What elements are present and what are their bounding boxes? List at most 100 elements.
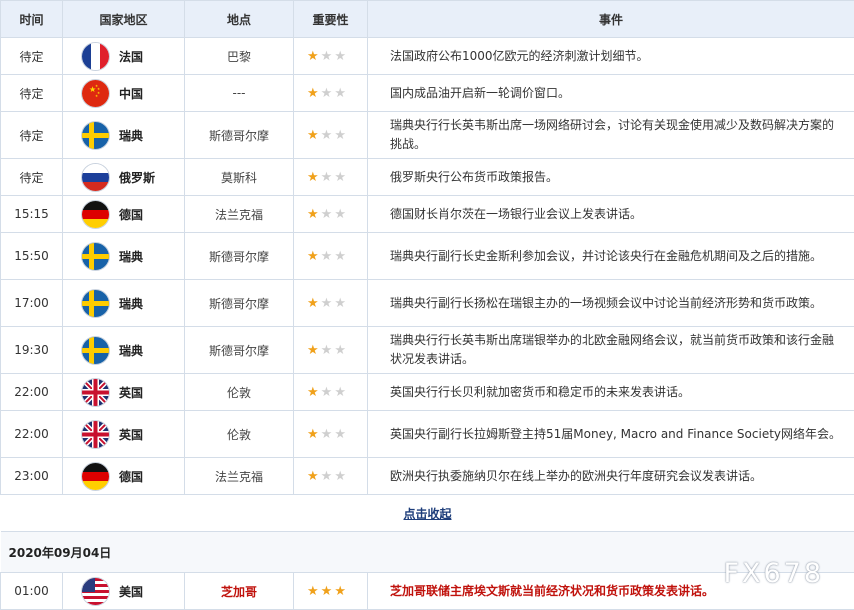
country-cell: ★★★★★ 中国 xyxy=(63,75,185,112)
country-name: 英国 xyxy=(119,426,143,443)
time-cell: 待定 xyxy=(1,159,63,196)
star-filled-icon: ★ xyxy=(307,86,321,101)
header-place: 地点 xyxy=(185,1,294,38)
time-cell: 01:00 xyxy=(1,573,63,610)
country-cell: 瑞典 xyxy=(63,327,185,374)
importance-cell: ★★★ xyxy=(294,75,368,112)
collapse-link[interactable]: 点击收起 xyxy=(403,507,451,521)
time-cell: 22:00 xyxy=(1,374,63,411)
event-cell: 英国央行副行长拉姆斯登主持51届Money, Macro and Finance… xyxy=(368,411,854,458)
star-empty-icon: ★ xyxy=(334,207,348,222)
star-empty-icon: ★ xyxy=(321,170,335,185)
star-filled-icon: ★ xyxy=(307,207,321,222)
place-cell: --- xyxy=(185,75,294,112)
country-cell: 德国 xyxy=(63,458,185,495)
importance-cell: ★★★ xyxy=(294,280,368,327)
france-flag-icon xyxy=(82,43,109,70)
star-empty-icon: ★ xyxy=(334,296,348,311)
country-cell: 德国 xyxy=(63,196,185,233)
country-wrapper: 瑞典 xyxy=(63,243,184,270)
uk-flag-icon xyxy=(82,379,109,406)
header-country: 国家地区 xyxy=(63,1,185,38)
time-cell: 待定 xyxy=(1,75,63,112)
event-cell: 法国政府公布1000亿欧元的经济刺激计划细节。 xyxy=(368,38,854,75)
event-cell: 国内成品油开启新一轮调价窗口。 xyxy=(368,75,854,112)
star-empty-icon: ★ xyxy=(334,385,348,400)
place-cell: 巴黎 xyxy=(185,38,294,75)
country-cell: 瑞典 xyxy=(63,112,185,159)
country-name: 美国 xyxy=(119,583,143,600)
importance-cell: ★★★ xyxy=(294,458,368,495)
event-cell: 英国央行行长贝利就加密货币和稳定币的未来发表讲话。 xyxy=(368,374,854,411)
place-cell: 斯德哥尔摩 xyxy=(185,327,294,374)
place-cell: 莫斯科 xyxy=(185,159,294,196)
germany-flag-icon xyxy=(82,463,109,490)
country-name: 中国 xyxy=(119,85,143,102)
star-filled-icon: ★ xyxy=(334,584,348,599)
table-row: 15:50瑞典斯德哥尔摩★★★瑞典央行副行长史金斯利参加会议，并讨论该央行在金融… xyxy=(1,233,854,280)
event-cell: 瑞典央行副行长史金斯利参加会议，并讨论该央行在金融危机期间及之后的措施。 xyxy=(368,233,854,280)
country-wrapper: 德国 xyxy=(63,201,184,228)
sweden-flag-icon xyxy=(82,243,109,270)
star-empty-icon: ★ xyxy=(321,49,335,64)
star-empty-icon: ★ xyxy=(321,86,335,101)
star-empty-icon: ★ xyxy=(321,249,335,264)
table-row: 待定瑞典斯德哥尔摩★★★瑞典央行行长英韦斯出席一场网络研讨会，讨论有关现金使用减… xyxy=(1,112,854,159)
star-empty-icon: ★ xyxy=(321,343,335,358)
importance-cell: ★★★ xyxy=(294,38,368,75)
importance-cell: ★★★ xyxy=(294,411,368,458)
header-event: 事件 xyxy=(368,1,854,38)
importance-cell: ★★★ xyxy=(294,112,368,159)
star-filled-icon: ★ xyxy=(307,170,321,185)
sweden-flag-icon xyxy=(82,290,109,317)
importance-cell: ★★★ xyxy=(294,233,368,280)
country-cell: 法国 xyxy=(63,38,185,75)
event-cell: 瑞典央行行长英韦斯出席一场网络研讨会，讨论有关现金使用减少及数码解决方案的挑战。 xyxy=(368,112,854,159)
country-wrapper: 英国 xyxy=(63,421,184,448)
table-row: 15:15德国法兰克福★★★德国财长肖尔茨在一场银行业会议上发表讲话。 xyxy=(1,196,854,233)
table-row: 待定俄罗斯莫斯科★★★俄罗斯央行公布货币政策报告。 xyxy=(1,159,854,196)
china-flag-icon: ★★★★★ xyxy=(82,80,109,107)
star-filled-icon: ★ xyxy=(307,296,321,311)
country-name: 德国 xyxy=(119,468,143,485)
importance-cell: ★★★ xyxy=(294,159,368,196)
country-wrapper: 美国 xyxy=(63,578,184,605)
country-name: 瑞典 xyxy=(119,342,143,359)
time-cell: 15:50 xyxy=(1,233,63,280)
watermark-logo: FX678 xyxy=(723,558,824,589)
place-cell: 伦敦 xyxy=(185,411,294,458)
table-row: 17:00瑞典斯德哥尔摩★★★瑞典央行副行长扬松在瑞银主办的一场视频会议中讨论当… xyxy=(1,280,854,327)
time-cell: 23:00 xyxy=(1,458,63,495)
star-empty-icon: ★ xyxy=(334,86,348,101)
country-name: 瑞典 xyxy=(119,295,143,312)
importance-cell: ★★★ xyxy=(294,573,368,610)
star-empty-icon: ★ xyxy=(334,249,348,264)
star-filled-icon: ★ xyxy=(307,128,321,143)
star-filled-icon: ★ xyxy=(307,49,321,64)
country-cell: 美国 xyxy=(63,573,185,610)
country-name: 瑞典 xyxy=(119,248,143,265)
country-wrapper: ★★★★★ 中国 xyxy=(63,80,184,107)
table-row: 待定★★★★★中国---★★★国内成品油开启新一轮调价窗口。 xyxy=(1,75,854,112)
country-cell: 俄罗斯 xyxy=(63,159,185,196)
time-cell: 待定 xyxy=(1,38,63,75)
country-name: 俄罗斯 xyxy=(119,169,155,186)
importance-cell: ★★★ xyxy=(294,327,368,374)
star-filled-icon: ★ xyxy=(307,385,321,400)
country-name: 德国 xyxy=(119,206,143,223)
star-empty-icon: ★ xyxy=(321,207,335,222)
time-cell: 22:00 xyxy=(1,411,63,458)
header-importance: 重要性 xyxy=(294,1,368,38)
star-filled-icon: ★ xyxy=(307,427,321,442)
sweden-flag-icon xyxy=(82,122,109,149)
time-cell: 19:30 xyxy=(1,327,63,374)
country-wrapper: 瑞典 xyxy=(63,290,184,317)
germany-flag-icon xyxy=(82,201,109,228)
event-cell: 欧洲央行执委施纳贝尔在线上举办的欧洲央行年度研究会议发表讲话。 xyxy=(368,458,854,495)
header-time: 时间 xyxy=(1,1,63,38)
star-empty-icon: ★ xyxy=(334,49,348,64)
importance-cell: ★★★ xyxy=(294,374,368,411)
star-empty-icon: ★ xyxy=(321,296,335,311)
star-filled-icon: ★ xyxy=(307,249,321,264)
collapse-row: 点击收起 xyxy=(1,495,854,532)
